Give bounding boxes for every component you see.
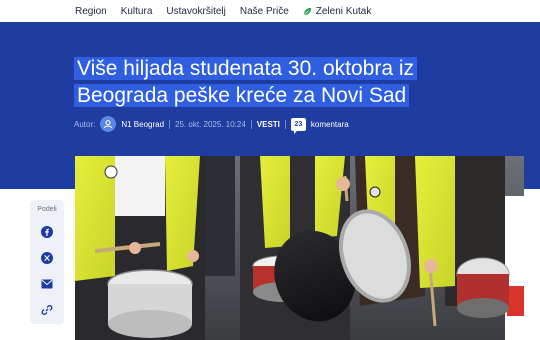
meta-divider — [284, 119, 286, 129]
meta-divider — [169, 119, 171, 129]
nav-item-nase-price[interactable]: Naše Priče — [240, 6, 289, 17]
share-bar: Podeli — [30, 200, 64, 324]
leaf-icon — [303, 7, 311, 15]
facebook-icon[interactable] — [40, 225, 54, 239]
article-photo — [75, 156, 524, 340]
article-headline: Više hiljada studenata 30. oktobra iz Be… — [74, 55, 494, 109]
nav-item-kultura[interactable]: Kultura — [121, 6, 153, 17]
user-icon[interactable] — [100, 116, 117, 132]
comments-label[interactable]: komentara — [311, 120, 349, 129]
nav-item-region[interactable]: Region — [75, 6, 107, 17]
headline-line-1: Više hiljada studenata 30. oktobra iz — [74, 57, 418, 80]
link-icon[interactable] — [40, 303, 54, 317]
author-label: Autor: — [74, 119, 96, 129]
nav-item-zeleni-kutak[interactable]: Zeleni Kutak — [303, 6, 371, 17]
comment-icon[interactable]: 23 — [290, 117, 306, 134]
x-icon[interactable] — [40, 251, 54, 265]
publish-date: 25. okt. 2025. 10:24 — [175, 119, 246, 129]
top-nav: Region Kultura Ustavokršitelj Naše Priče… — [0, 0, 540, 22]
nav-item-ustavokrsitelj[interactable]: Ustavokršitelj — [166, 6, 225, 17]
share-label: Podeli — [37, 206, 57, 213]
headline-line-2: Beograda peške kreće za Novi Sad — [74, 84, 410, 107]
category-link[interactable]: VESTI — [257, 120, 280, 129]
article-meta: Autor: N1 Beograd 25. okt. 2025. 10:24 V… — [74, 115, 349, 134]
meta-divider — [250, 119, 252, 129]
mail-icon[interactable] — [40, 277, 54, 291]
author-name[interactable]: N1 Beograd — [121, 120, 164, 129]
photo-illustration — [75, 156, 524, 340]
